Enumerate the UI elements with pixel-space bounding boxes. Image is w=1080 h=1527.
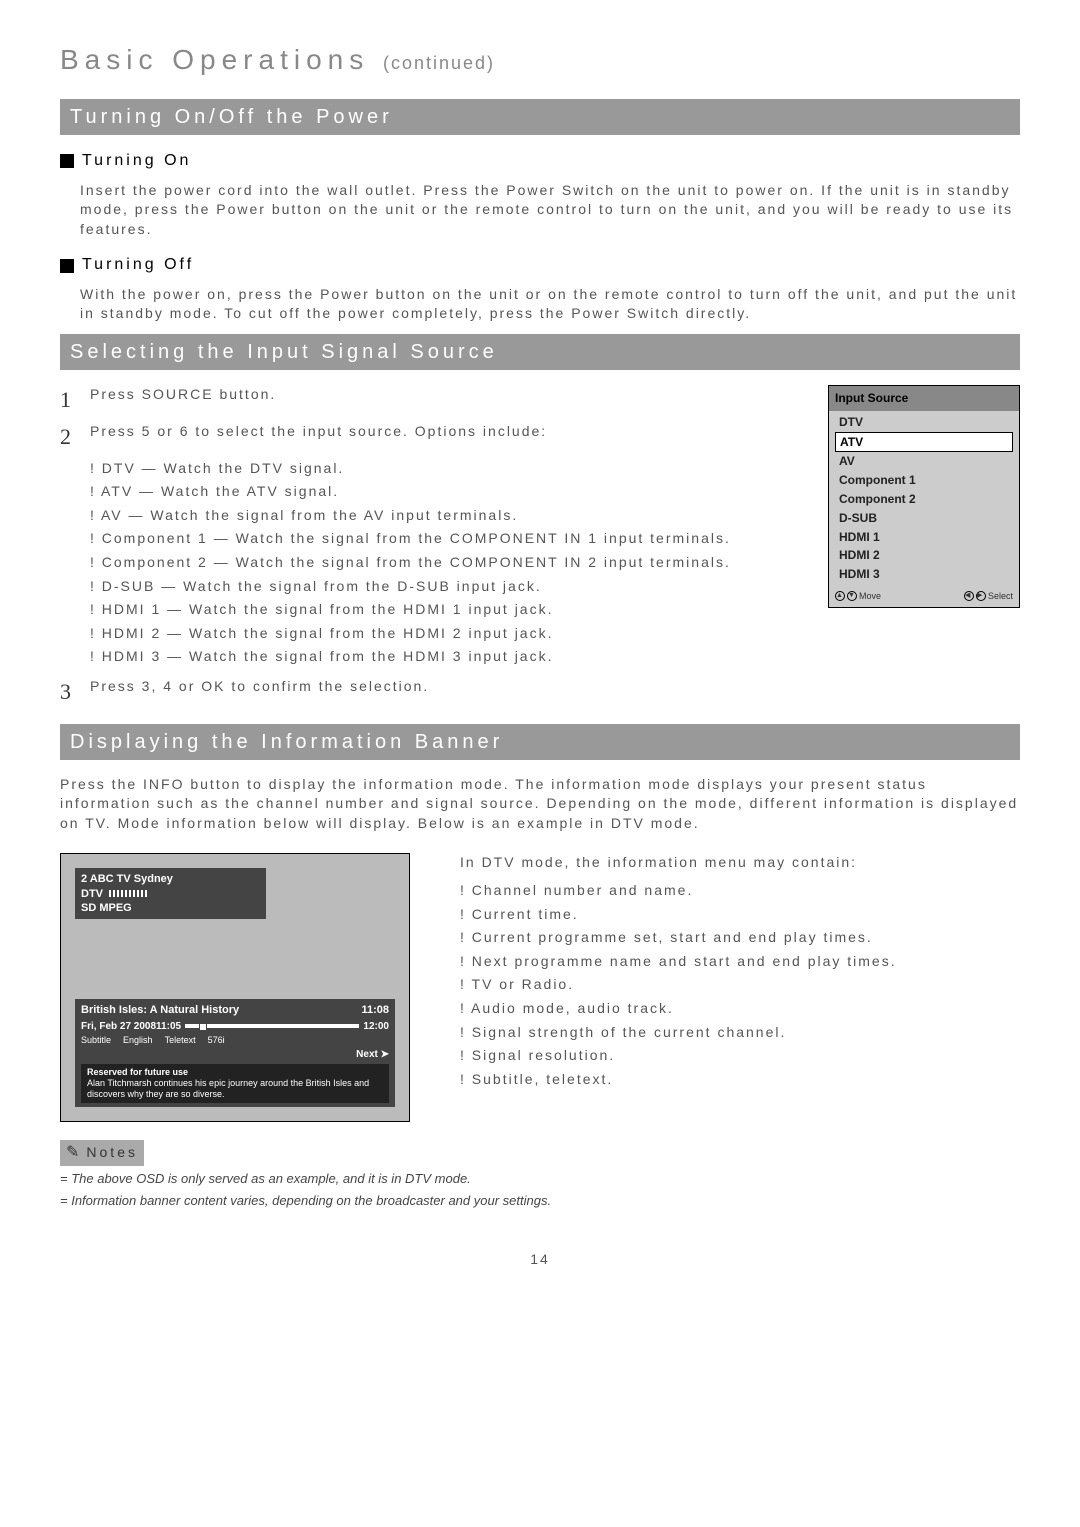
section-info-banner: Displaying the Information Banner: [60, 724, 1020, 760]
source-option: ! HDMI 1 — Watch the signal from the HDM…: [90, 600, 788, 620]
page-number: 14: [60, 1250, 1020, 1270]
input-source-osd: Input Source DTV ATV AV Component 1 Comp…: [828, 385, 1020, 608]
title-main: Basic Operations: [60, 44, 369, 75]
input-source-item: HDMI 3: [835, 565, 1013, 584]
page-title: Basic Operations (continued): [60, 40, 1020, 79]
down-icon: ▼: [847, 591, 857, 601]
source-option: ! Component 1 — Watch the signal from th…: [90, 529, 788, 549]
title-cont: (continued): [383, 53, 495, 73]
info-bullet: ! Current programme set, start and end p…: [460, 928, 1020, 948]
step-1: 1 Press SOURCE button.: [60, 385, 788, 416]
osd-bottom: British Isles: A Natural History 11:08 F…: [75, 999, 395, 1106]
osd-prog: British Isles: A Natural History: [81, 1003, 239, 1017]
source-option: ! D-SUB — Watch the signal from the D-SU…: [90, 577, 788, 597]
osd-sub: Subtitle: [81, 1035, 111, 1047]
osd-channel: 2 ABC TV Sydney: [81, 872, 260, 886]
notes-heading: ✎ Notes: [60, 1140, 144, 1166]
info-bullet: ! Channel number and name.: [460, 881, 1020, 901]
info-banner-osd: 2 ABC TV Sydney DTV SD MPEG British Isle…: [60, 853, 410, 1121]
step-3-text: Press 3, 4 or OK to confirm the selectio…: [90, 677, 788, 708]
osd-dtv: DTV: [81, 888, 103, 900]
osd-endtime: 11:08: [361, 1003, 389, 1017]
osd-sdmpeg: SD MPEG: [81, 901, 260, 915]
info-bullet: ! Signal strength of the current channel…: [460, 1023, 1020, 1043]
source-option-list: ! DTV — Watch the DTV signal. ! ATV — Wa…: [90, 459, 788, 667]
step-1-text: Press SOURCE button.: [90, 385, 788, 416]
turning-on-label: Turning On: [82, 150, 191, 172]
info-bullet: ! Current time.: [460, 905, 1020, 925]
input-source-title: Input Source: [829, 386, 1019, 411]
osd-desc1: Reserved for future use: [87, 1067, 383, 1078]
source-option: ! HDMI 2 — Watch the signal from the HDM…: [90, 624, 788, 644]
osd-top: 2 ABC TV Sydney DTV SD MPEG: [75, 868, 266, 919]
turning-off-label: Turning Off: [82, 254, 194, 276]
info-lead: In DTV mode, the information menu may co…: [460, 853, 1020, 873]
signal-bars-icon: [109, 890, 149, 897]
info-bullet: ! Subtitle, teletext.: [460, 1070, 1020, 1090]
input-source-item: DTV: [835, 413, 1013, 432]
osd-t2: 12:00: [363, 1020, 389, 1033]
sub-turning-off: Turning Off: [60, 254, 1020, 276]
input-source-item: HDMI 1: [835, 528, 1013, 547]
source-option: ! Component 2 — Watch the signal from th…: [90, 553, 788, 573]
write-icon: ✎: [66, 1142, 82, 1164]
notes-label: Notes: [86, 1143, 138, 1163]
input-source-item: Component 2: [835, 490, 1013, 509]
step-2: 2 Press 5 or 6 to select the input sourc…: [60, 422, 788, 453]
osd-t1: 11:05: [156, 1020, 181, 1033]
up-icon: ▲: [835, 591, 845, 601]
turning-off-text: With the power on, press the Power butto…: [80, 285, 1020, 324]
osd-eng: English: [123, 1035, 153, 1047]
left-icon: ◀: [964, 591, 974, 601]
source-option: ! DTV — Watch the DTV signal.: [90, 459, 788, 479]
source-option: ! ATV — Watch the ATV signal.: [90, 482, 788, 502]
step-number: 2: [60, 422, 90, 453]
progress-bar-icon: [185, 1024, 359, 1028]
osd-ttx: Teletext: [165, 1035, 196, 1047]
input-source-footer: ▲▼ Move ◀▶ Select: [829, 588, 1019, 607]
step-number: 3: [60, 677, 90, 708]
section-turning-power: Turning On/Off the Power: [60, 99, 1020, 135]
input-source-item: HDMI 2: [835, 546, 1013, 565]
source-option: ! HDMI 3 — Watch the signal from the HDM…: [90, 647, 788, 667]
osd-desc2: Alan Titchmarsh continues his epic journ…: [87, 1078, 383, 1100]
info-bullet: ! Audio mode, audio track.: [460, 999, 1020, 1019]
square-icon: [60, 259, 74, 273]
osd-desc: Reserved for future use Alan Titchmarsh …: [81, 1064, 389, 1102]
osd-res: 576i: [208, 1035, 225, 1047]
sub-turning-on: Turning On: [60, 150, 1020, 172]
info-bullet: ! Next programme name and start and end …: [460, 952, 1020, 972]
osd-date: Fri, Feb 27 2008: [81, 1020, 156, 1033]
osd-next: Next ➤: [81, 1048, 389, 1061]
info-right: In DTV mode, the information menu may co…: [460, 853, 1020, 1093]
input-source-item: AV: [835, 452, 1013, 471]
source-option: ! AV — Watch the signal from the AV inpu…: [90, 506, 788, 526]
osd-mid: [75, 919, 395, 999]
note-2: = Information banner content varies, dep…: [60, 1192, 1020, 1210]
move-label: Move: [859, 590, 881, 603]
input-source-item: Component 1: [835, 471, 1013, 490]
input-source-item-selected: ATV: [835, 432, 1013, 453]
select-label: Select: [988, 590, 1013, 603]
step-number: 1: [60, 385, 90, 416]
info-intro: Press the INFO button to display the inf…: [60, 775, 1020, 834]
section-input-source: Selecting the Input Signal Source: [60, 334, 1020, 370]
turning-on-text: Insert the power cord into the wall outl…: [80, 181, 1020, 240]
right-icon: ▶: [976, 591, 986, 601]
square-icon: [60, 154, 74, 168]
info-bullet: ! Signal resolution.: [460, 1046, 1020, 1066]
step-3: 3 Press 3, 4 or OK to confirm the select…: [60, 677, 788, 708]
input-source-item: D-SUB: [835, 509, 1013, 528]
info-bullet: ! TV or Radio.: [460, 975, 1020, 995]
step-2-text: Press 5 or 6 to select the input source.…: [90, 422, 788, 453]
note-1: = The above OSD is only served as an exa…: [60, 1170, 1020, 1188]
